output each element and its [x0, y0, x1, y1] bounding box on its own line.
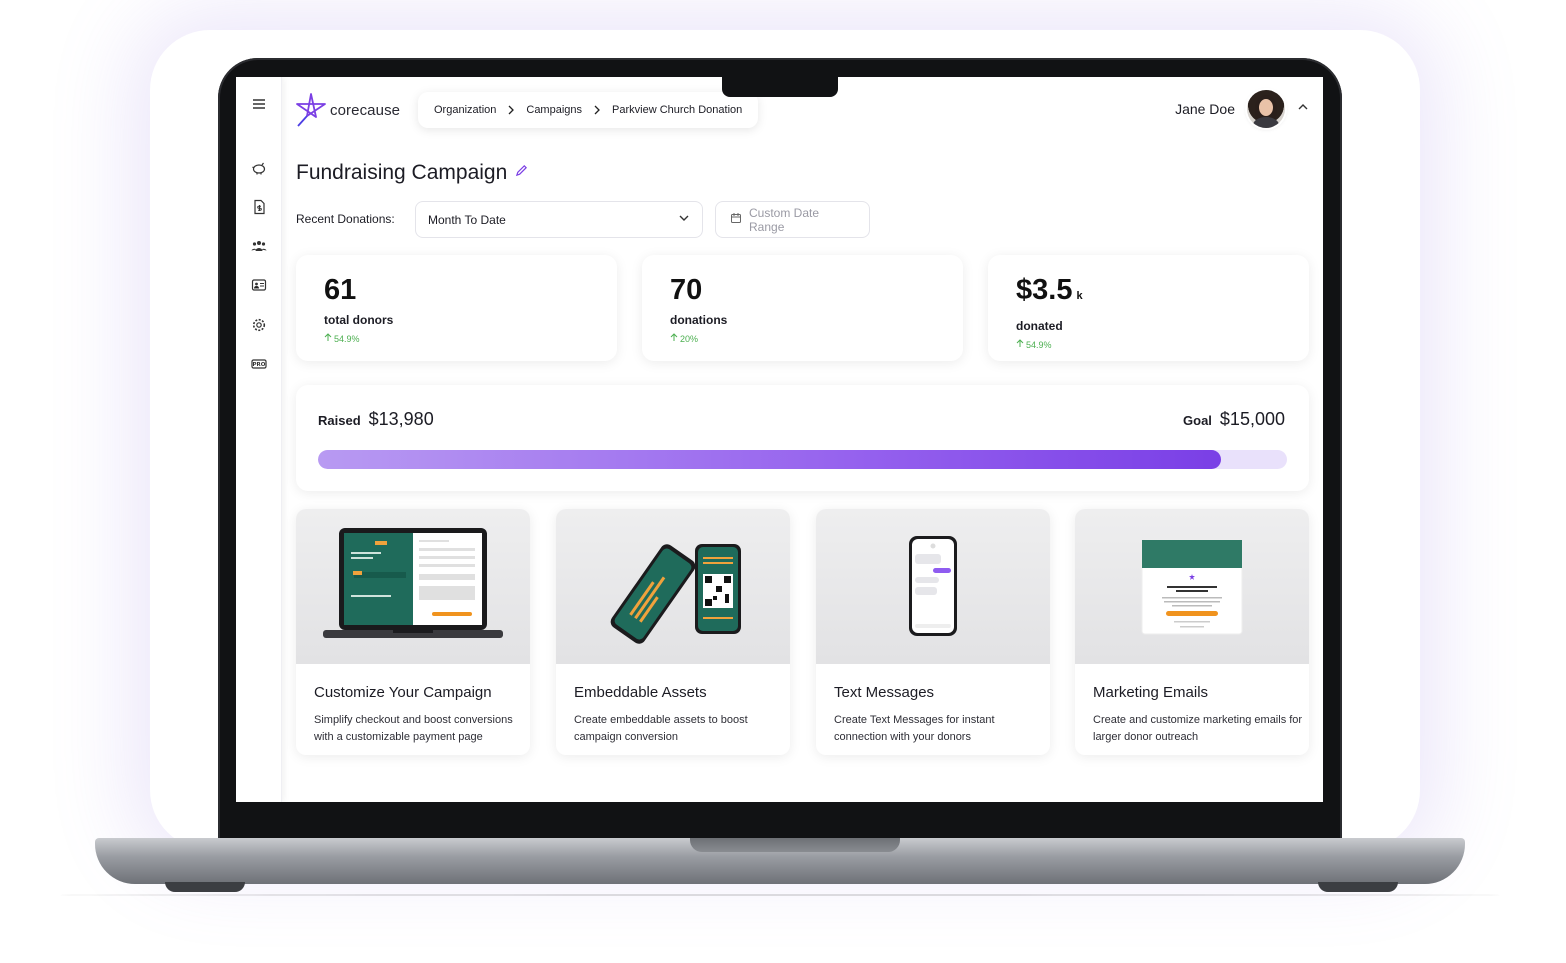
stat-card-total-donors: 61 total donors 54.9% — [296, 255, 617, 361]
calendar-icon — [730, 212, 742, 227]
raised-group: Raised $13,980 — [318, 409, 434, 430]
feature-card-text-messages[interactable]: Text Messages Create Text Messages for i… — [816, 509, 1050, 755]
pro-badge-icon[interactable]: PRO — [250, 355, 268, 373]
brand-name: corecause — [330, 101, 401, 119]
app-screen: PRO corecause Organization Campaigns Par… — [236, 77, 1323, 802]
stat-change: 54.9% — [1026, 339, 1052, 350]
laptop-foot-left — [165, 882, 245, 892]
feature-card-marketing-emails[interactable]: Marketing Emails Create and customize ma… — [1075, 509, 1309, 755]
user-name: Jane Doe — [1175, 101, 1235, 117]
feature-description: Create embeddable assets to boost campai… — [574, 714, 748, 743]
raised-label: Raised — [318, 413, 361, 428]
stat-change: 20% — [680, 333, 699, 344]
breadcrumb-organization[interactable]: Organization — [434, 104, 496, 116]
period-select[interactable]: Month To Date — [415, 201, 703, 238]
chevron-right-icon — [506, 105, 516, 115]
sidebar: PRO — [236, 77, 282, 802]
stat-card-donated: $3.5 k donated 54.9% — [988, 255, 1309, 361]
phone-sms-mockup-image — [816, 509, 1050, 664]
feature-title: Text Messages — [834, 684, 935, 701]
document-dollar-icon[interactable] — [250, 198, 268, 216]
laptop-foot-right — [1318, 882, 1398, 892]
stat-value: 70 — [670, 274, 703, 306]
feature-description: Create and customize marketing emails fo… — [1093, 714, 1303, 743]
stat-value: 61 — [324, 274, 357, 306]
menu-icon[interactable] — [250, 95, 268, 113]
chevron-down-icon — [678, 212, 690, 227]
title-row: Fundraising Campaign — [296, 161, 528, 185]
feature-description: Simplify checkout and boost conversions … — [314, 714, 513, 743]
id-card-icon[interactable] — [250, 276, 268, 294]
pencil-edit-icon[interactable] — [515, 164, 528, 182]
raised-amount: $13,980 — [368, 409, 434, 429]
avatar[interactable] — [1247, 90, 1285, 128]
chevron-right-icon — [592, 105, 602, 115]
breadcrumb: Organization Campaigns Parkview Church D… — [418, 92, 759, 128]
laptop-hinge-notch — [690, 838, 900, 852]
email-mockup-image — [1075, 509, 1309, 664]
stat-label: donated — [1016, 319, 1063, 333]
progress-bar-fill — [318, 450, 1222, 469]
breadcrumb-current[interactable]: Parkview Church Donation — [612, 104, 742, 116]
feature-title: Embeddable Assets — [574, 684, 707, 701]
phones-mockup-image — [556, 509, 790, 664]
goal-group: Goal $15,000 — [1183, 409, 1285, 430]
stat-card-donations: 70 donations 20% — [642, 255, 963, 361]
feature-title: Customize Your Campaign — [314, 684, 492, 701]
breadcrumb-campaigns[interactable]: Campaigns — [526, 104, 582, 116]
feature-card-customize[interactable]: Customize Your Campaign Simplify checkou… — [296, 509, 530, 755]
laptop-shadow — [60, 894, 1500, 896]
feature-card-embeddable[interactable]: Embeddable Assets Create embeddable asse… — [556, 509, 790, 755]
goal-label: Goal — [1183, 413, 1212, 428]
piggy-bank-icon[interactable] — [250, 159, 268, 177]
gear-icon[interactable] — [250, 316, 268, 334]
arrow-up-icon — [670, 333, 678, 344]
stat-change: 54.9% — [334, 333, 360, 344]
chevron-up-icon[interactable] — [1297, 100, 1309, 118]
svg-text:PRO: PRO — [253, 362, 266, 368]
arrow-up-icon — [1016, 339, 1024, 350]
period-select-value: Month To Date — [428, 212, 506, 227]
feature-description: Create Text Messages for instant connect… — [834, 714, 995, 743]
goal-amount: $15,000 — [1219, 409, 1285, 429]
recent-donations-label: Recent Donations: — [296, 212, 395, 226]
user-menu[interactable]: Jane Doe — [1175, 90, 1309, 128]
custom-date-range-button[interactable]: Custom Date Range — [715, 201, 870, 238]
arrow-up-icon — [324, 333, 332, 344]
stat-label: donations — [670, 313, 728, 327]
people-icon[interactable] — [250, 237, 268, 255]
brand-logo[interactable]: corecause — [294, 92, 400, 128]
camera-notch — [722, 76, 838, 97]
fundraising-progress-card: Raised $13,980 Goal $15,000 — [296, 385, 1309, 491]
progress-bar-track — [318, 450, 1287, 469]
page-title: Fundraising Campaign — [296, 161, 508, 184]
star-logo-icon — [296, 93, 326, 127]
stat-unit: k — [1076, 290, 1083, 302]
laptop-mockup-image — [296, 509, 530, 664]
feature-title: Marketing Emails — [1093, 684, 1209, 701]
custom-date-range-label: Custom Date Range — [749, 205, 820, 234]
stat-label: total donors — [324, 313, 394, 327]
stat-value: $3.5 — [1016, 274, 1073, 306]
